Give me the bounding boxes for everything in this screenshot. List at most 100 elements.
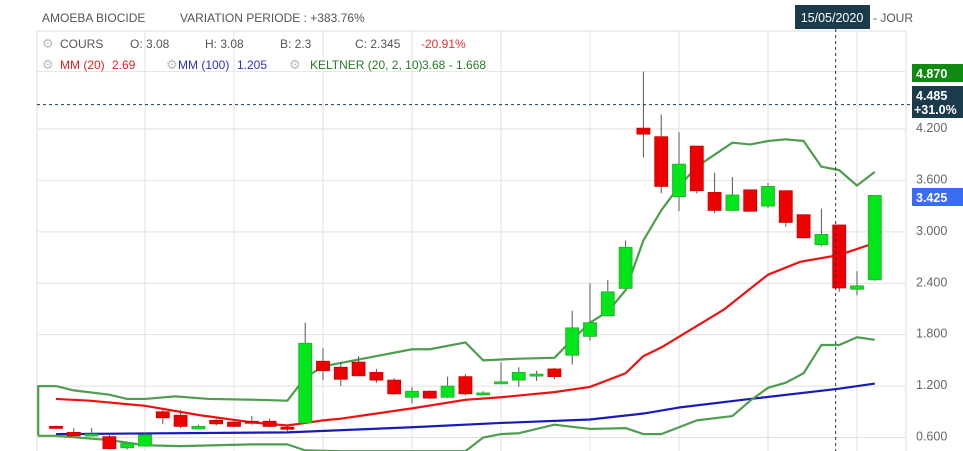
gear-icon[interactable]: ⚙ [42,57,54,72]
candle [707,172,722,213]
candle-body-up [440,385,455,398]
candle [298,322,313,424]
candle [191,424,206,430]
candle-body-down [49,425,63,429]
candle [796,214,811,239]
candle-body-down [743,189,758,212]
candle-body-up [529,373,544,377]
close-value: C: 2.345 [355,37,401,51]
candle [867,194,882,281]
candle [743,189,758,212]
candle [244,416,259,425]
candle [333,362,348,387]
candle-body-up [761,186,775,207]
period-label[interactable]: - JOUR [873,11,913,25]
low-value: B: 2.3 [280,37,312,51]
change-value: -20.91% [421,37,466,51]
candle [422,390,437,399]
candle [600,279,615,317]
candle [725,176,740,211]
candle-body-down [227,421,241,427]
last-price: 3.425 [916,191,947,205]
indicator-lines [37,138,876,451]
mm100-label: MM (100) [178,58,229,72]
candle-body-up [298,342,313,424]
candle-body-down [155,411,170,419]
candle-body-down [636,127,651,135]
candle [672,132,686,212]
candle [120,443,135,450]
candle-body-up [511,371,526,381]
cours-label: COURS [60,37,103,51]
candle-body-up [191,425,206,430]
candle-body-down [333,366,348,380]
candle [761,182,775,208]
candle [440,376,455,399]
y-tick-label: 1.200 [916,378,947,392]
candle [814,208,829,247]
cursor-change: +31.0% [914,103,957,117]
candle-body-down [369,371,384,381]
candle-body-up [600,291,615,317]
keltner-label: KELTNER (20, 2, 10) [310,58,423,72]
candle-body-up [84,433,99,437]
candle [689,145,704,194]
candle-body-down [689,145,704,192]
candle [778,190,793,227]
candle [84,428,99,437]
candle-body-up [476,392,491,396]
candle-body-up [565,327,580,356]
candle [529,370,544,381]
candles [49,71,882,450]
candle-body-up [494,381,508,385]
candle [316,348,330,381]
candle-body-down [66,431,81,437]
candle-body-up [867,195,882,281]
keltner-upper-line [37,138,876,436]
candle-body-up [725,194,740,211]
candle [387,378,402,395]
gear-icon[interactable]: ⚙ [42,36,54,51]
candle [832,224,847,292]
candle-body-down [173,414,188,427]
candle-body-down [654,136,669,187]
period-variation: VARIATION PERIODE : +383.76% [180,11,365,25]
candle [654,114,669,194]
price-chart[interactable]: AMOEBA BIOCIDE VARIATION PERIODE : +383.… [0,0,963,451]
candle [494,362,508,385]
candle-body-down [778,190,793,223]
candle [565,310,580,365]
high-price: 4.870 [916,67,947,81]
candle-body-down [387,379,402,395]
instrument-name: AMOEBA BIOCIDE [42,11,145,25]
mm20-label: MM (20) [60,58,105,72]
candle-body-down [244,420,259,424]
candle [636,71,651,158]
candle [547,368,562,380]
y-tick-label: 3.600 [916,172,947,186]
candle-body-down [316,360,330,372]
y-tick-label: 2.400 [916,275,947,289]
mm100-value: 1.205 [237,58,267,72]
candle-body-down [422,390,437,399]
gear-icon[interactable]: ⚙ [166,57,178,72]
mm20-value: 2.69 [112,58,136,72]
open-value: O: 3.08 [130,37,170,51]
crosshair [37,29,910,451]
candle-body-down [796,214,811,239]
gear-icon[interactable]: ⚙ [289,57,301,72]
candle-body-up [672,163,686,198]
candle-body-down [832,224,847,289]
candle-body-down [280,426,295,430]
candle [262,418,277,428]
keltner-value: 3.68 - 1.668 [422,58,486,72]
candle [209,418,224,426]
candle [511,367,526,387]
candle-body-down [102,436,117,450]
y-tick-label: 0.600 [916,430,947,444]
high-value: H: 3.08 [205,37,244,51]
candle-body-down [707,192,722,211]
candle-body-up [618,246,633,289]
cursor-price: 4.485 [916,89,947,103]
candle [618,240,633,289]
